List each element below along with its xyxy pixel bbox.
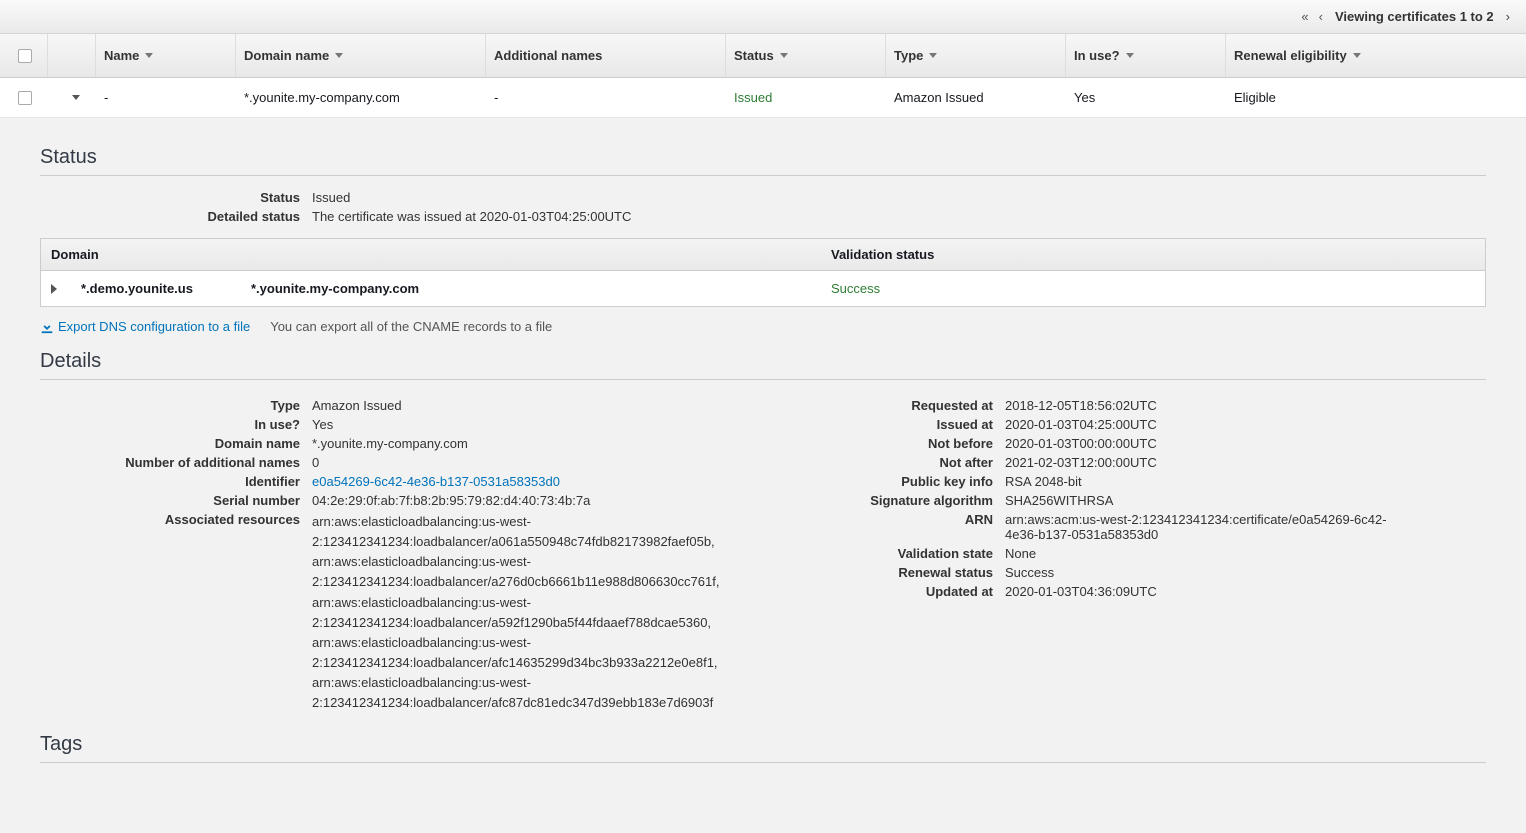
select-all-cell [0, 34, 48, 77]
detail-issued-value: 2020-01-03T04:25:00UTC [1005, 417, 1486, 432]
sort-caret-icon [335, 53, 343, 58]
certificates-table-header: Name Domain name Additional names Status… [0, 34, 1526, 78]
validation-domain1: *.demo.younite.us [81, 281, 251, 296]
detail-sigalg-value: SHA256WITHRSA [1005, 493, 1486, 508]
detail-pubkey-value: RSA 2048-bit [1005, 474, 1486, 489]
detailed-status-value: The certificate was issued at 2020-01-03… [312, 209, 1486, 224]
download-icon [40, 320, 54, 334]
detail-identifier-label: Identifier [40, 474, 300, 489]
detail-arn-value: arn:aws:acm:us-west-2:123412341234:certi… [1005, 512, 1415, 542]
detail-identifier-value[interactable]: e0a54269-6c42-4e36-b137-0531a58353d0 [312, 474, 743, 489]
detail-renewstatus-label: Renewal status [783, 565, 993, 580]
status-label: Status [40, 190, 300, 205]
validation-row: *.demo.younite.us *.younite.my-company.c… [41, 271, 1485, 306]
pager-text: Viewing certificates 1 to 2 [1335, 9, 1494, 24]
select-all-checkbox[interactable] [18, 49, 32, 63]
detail-serial-value: 04:2e:29:0f:ab:7f:b8:2b:95:79:82:d4:40:7… [312, 493, 743, 508]
detail-notbefore-value: 2020-01-03T00:00:00UTC [1005, 436, 1486, 451]
pager-next-icon[interactable]: › [1506, 9, 1510, 24]
column-renewal-label: Renewal eligibility [1234, 48, 1347, 63]
cell-type: Amazon Issued [886, 90, 1066, 105]
detail-assoc-label: Associated resources [40, 512, 300, 713]
expand-column [48, 34, 96, 77]
row-checkbox[interactable] [18, 91, 32, 105]
validation-status-header: Validation status [831, 247, 1475, 262]
detail-serial-label: Serial number [40, 493, 300, 508]
detail-pane: Status Status Issued Detailed status The… [0, 118, 1526, 817]
detail-domain-value: *.younite.my-company.com [312, 436, 743, 451]
column-status-label: Status [734, 48, 774, 63]
section-title-tags: Tags [40, 727, 1486, 763]
detail-arn-label: ARN [783, 512, 993, 542]
detail-domain-label: Domain name [40, 436, 300, 451]
column-name[interactable]: Name [96, 34, 236, 77]
detail-valstate-label: Validation state [783, 546, 993, 561]
column-additional-names[interactable]: Additional names [486, 34, 726, 77]
detail-numadditional-label: Number of additional names [40, 455, 300, 470]
detail-notbefore-label: Not before [783, 436, 993, 451]
certificate-row[interactable]: - *.younite.my-company.com - Issued Amaz… [0, 78, 1526, 118]
detail-inuse-value: Yes [312, 417, 743, 432]
status-value: Issued [312, 190, 1486, 205]
validation-domain-header: Domain [51, 247, 831, 262]
column-name-label: Name [104, 48, 139, 63]
column-renewal-eligibility[interactable]: Renewal eligibility [1226, 34, 1486, 77]
sort-caret-icon [145, 53, 153, 58]
sort-caret-icon [929, 53, 937, 58]
detail-updated-label: Updated at [783, 584, 993, 599]
sort-caret-icon [1126, 53, 1134, 58]
cell-name: - [96, 90, 236, 105]
export-hint: You can export all of the CNAME records … [270, 319, 552, 334]
cell-renewal-eligibility: Eligible [1226, 90, 1486, 105]
detail-renewstatus-value: Success [1005, 565, 1486, 580]
column-status[interactable]: Status [726, 34, 886, 77]
sort-caret-icon [1353, 53, 1361, 58]
detail-valstate-value: None [1005, 546, 1486, 561]
pager-prev-icon[interactable]: ‹ [1319, 9, 1323, 24]
sort-caret-icon [780, 53, 788, 58]
column-domain-name-label: Domain name [244, 48, 329, 63]
detail-notafter-label: Not after [783, 455, 993, 470]
detail-assoc-value: arn:aws:elasticloadbalancing:us-west-2:1… [312, 512, 742, 713]
detail-type-label: Type [40, 398, 300, 413]
section-title-status: Status [40, 140, 1486, 176]
validation-status-value: Success [831, 281, 1475, 296]
column-in-use-label: In use? [1074, 48, 1120, 63]
detail-pubkey-label: Public key info [783, 474, 993, 489]
detail-requested-label: Requested at [783, 398, 993, 413]
detail-type-value: Amazon Issued [312, 398, 743, 413]
validation-domain2: *.younite.my-company.com [251, 281, 831, 296]
column-additional-names-label: Additional names [494, 48, 602, 63]
pager-first-icon[interactable]: « [1301, 9, 1308, 24]
detail-requested-value: 2018-12-05T18:56:02UTC [1005, 398, 1486, 413]
cell-status: Issued [726, 90, 886, 105]
column-type-label: Type [894, 48, 923, 63]
detail-sigalg-label: Signature algorithm [783, 493, 993, 508]
cell-in-use: Yes [1066, 90, 1226, 105]
validation-expand-icon[interactable] [51, 284, 57, 294]
column-type[interactable]: Type [886, 34, 1066, 77]
export-dns-label: Export DNS configuration to a file [58, 319, 250, 334]
export-dns-link[interactable]: Export DNS configuration to a file [40, 319, 250, 334]
pagination-bar: « ‹ Viewing certificates 1 to 2 › [0, 0, 1526, 34]
detailed-status-label: Detailed status [40, 209, 300, 224]
detail-inuse-label: In use? [40, 417, 300, 432]
cell-domain-name: *.younite.my-company.com [236, 90, 486, 105]
row-expand-icon[interactable] [72, 95, 80, 100]
column-in-use[interactable]: In use? [1066, 34, 1226, 77]
detail-updated-value: 2020-01-03T04:36:09UTC [1005, 584, 1486, 599]
column-domain-name[interactable]: Domain name [236, 34, 486, 77]
cell-additional-names: - [486, 90, 726, 105]
section-title-details: Details [40, 344, 1486, 380]
detail-notafter-value: 2021-02-03T12:00:00UTC [1005, 455, 1486, 470]
validation-table: Domain Validation status *.demo.younite.… [40, 238, 1486, 307]
detail-issued-label: Issued at [783, 417, 993, 432]
detail-numadditional-value: 0 [312, 455, 743, 470]
